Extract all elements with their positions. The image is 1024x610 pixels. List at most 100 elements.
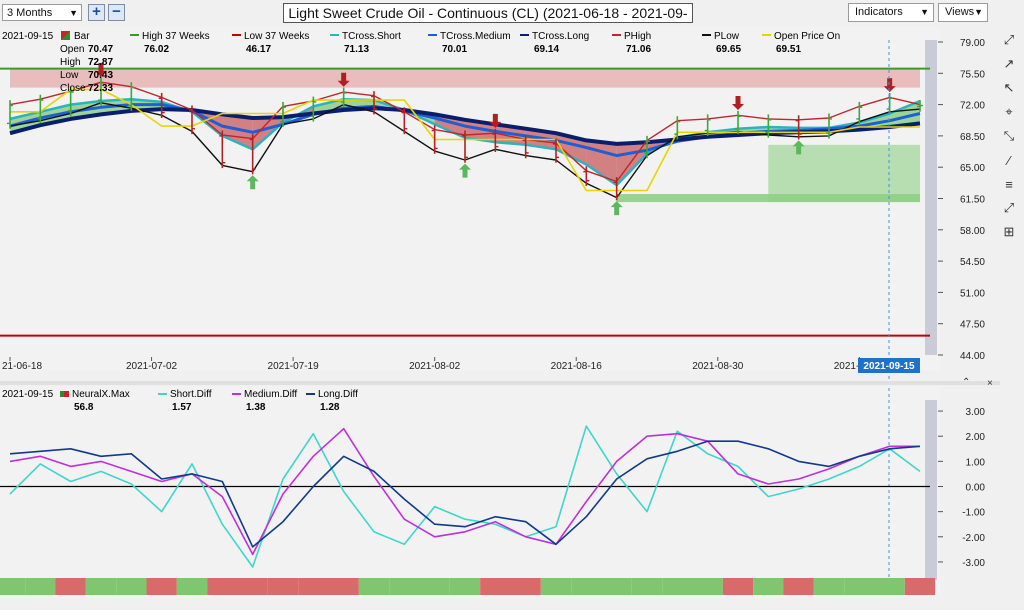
price-scroll-track[interactable]: [925, 40, 937, 355]
regime-cell: [267, 578, 299, 595]
neuralx-regime-strip: [0, 578, 936, 595]
x-tick-label: 2021-08-16: [551, 361, 603, 372]
regime-cell: [176, 578, 208, 595]
regime-cell: [571, 578, 602, 595]
regime-cell: [874, 578, 905, 595]
legend-series-name: PHigh: [624, 31, 651, 42]
legend-series-name: PLow: [714, 31, 740, 42]
legend-series-value: 69.14: [534, 44, 559, 55]
regime-cell: [55, 578, 86, 595]
price-tick-label: 79.00: [960, 38, 985, 49]
legend-series-name: High 37 Weeks: [142, 31, 210, 42]
legend-high-label: High: [60, 57, 81, 68]
support-zone: [768, 144, 920, 203]
resistance-zone: [10, 68, 920, 88]
x-tick-label: 2021-07-19: [268, 361, 320, 372]
legend-series-value: 69.65: [716, 44, 741, 55]
regime-cell: [146, 578, 177, 595]
legend2-series-name: NeuralX.Max: [72, 389, 130, 400]
legend-series-value: 76.02: [144, 44, 169, 55]
legend-bar-label: Bar: [74, 31, 90, 42]
regime-cell: [25, 578, 56, 595]
legend-series-value: 70.01: [442, 44, 467, 55]
legend-series-value: 46.17: [246, 44, 271, 55]
price-tick-label: 72.00: [960, 101, 985, 112]
cursor-date-label: 2021-09-15: [863, 361, 915, 372]
legend-low-label: Low: [60, 70, 79, 81]
regime-cell: [631, 578, 663, 595]
indicator-tick-label: -2.00: [962, 533, 985, 544]
regime-cell: [722, 578, 754, 595]
price-tick-label: 47.50: [960, 320, 985, 331]
x-tick-label: 2021-08-30: [692, 361, 744, 372]
indicator-y-axis: 3.00 2.00 1.00 0.00 -1.00 -2.00 -3.00: [938, 407, 985, 569]
legend-date: 2021-09-15: [2, 31, 54, 42]
legend-open-label: Open: [60, 44, 84, 55]
regime-cell: [449, 578, 481, 595]
legend2-series-value: 1.28: [320, 402, 340, 413]
regime-cell: [116, 578, 147, 595]
legend-series-value: 71.13: [344, 44, 369, 55]
x-tick-label: 2021-08-02: [409, 361, 461, 372]
legend2-series-name: Medium.Diff: [244, 389, 297, 400]
regime-cell: [844, 578, 875, 595]
indicator-tick-label: -3.00: [962, 558, 985, 569]
legend2-series-value: 56.8: [74, 402, 94, 413]
regime-cell: [783, 578, 814, 595]
legend-series-name: TCross.Long: [532, 31, 589, 42]
price-tick-label: 54.50: [960, 257, 985, 268]
support-band: [616, 194, 920, 203]
legend2-series-name: Long.Diff: [318, 389, 358, 400]
legend-series-name: Open Price On: [774, 31, 840, 42]
legend2-date: 2021-09-15: [2, 389, 54, 400]
legend-series-name: TCross.Medium: [440, 31, 511, 42]
regime-cell: [480, 578, 511, 595]
regime-cell: [328, 578, 359, 595]
chart-canvas[interactable]: 79.00 75.50 72.00 68.50 65.00 61.50 58.00 54.50…: [0, 0, 1024, 610]
regime-cell: [358, 578, 390, 595]
x-tick-label: 21-06-18: [2, 361, 42, 372]
price-tick-label: 44.00: [960, 351, 985, 362]
regime-cell: [601, 578, 632, 595]
legend-open-value: 70.47: [88, 44, 113, 55]
price-tick-label: 75.50: [960, 69, 985, 80]
pane-separator[interactable]: [0, 381, 1000, 385]
regime-cell: [510, 578, 541, 595]
legend2-series-value: 1.57: [172, 402, 192, 413]
regime-cell: [237, 578, 268, 595]
price-y-axis: 79.00 75.50 72.00 68.50 65.00 61.50 58.00 54.50…: [938, 38, 985, 362]
legend-close-value: 72.33: [88, 83, 113, 94]
price-tick-label: 58.00: [960, 226, 985, 237]
regime-cell: [904, 578, 936, 595]
legend-series-name: Low 37 Weeks: [244, 31, 309, 42]
legend-low-value: 70.43: [88, 70, 113, 81]
indicator-scroll-track[interactable]: [925, 400, 937, 580]
legend-close-label: Close: [60, 83, 86, 94]
regime-cell: [0, 578, 26, 595]
price-tick-label: 51.00: [960, 288, 985, 299]
indicator-tick-label: 2.00: [966, 432, 986, 443]
legend2-series-name: Short.Diff: [170, 389, 212, 400]
regime-cell: [753, 578, 784, 595]
indicator-tick-label: -1.00: [962, 508, 985, 519]
regime-cell: [207, 578, 238, 595]
regime-cell: [389, 578, 420, 595]
price-tick-label: 68.50: [960, 132, 985, 143]
regime-cell: [813, 578, 845, 595]
price-tick-label: 65.00: [960, 163, 985, 174]
regime-cell: [662, 578, 693, 595]
price-tick-label: 61.50: [960, 195, 985, 206]
legend-high-value: 72.87: [88, 57, 113, 68]
legend2-swatch-red: [64, 391, 69, 397]
minimize-icon[interactable]: ⌃: [962, 377, 970, 388]
legend2-series-value: 1.38: [246, 402, 266, 413]
indicator-tick-label: 1.00: [966, 457, 986, 468]
legend-series-value: 69.51: [776, 44, 801, 55]
regime-cell: [540, 578, 572, 595]
regime-cell: [298, 578, 329, 595]
regime-cell: [85, 578, 117, 595]
regime-cell: [419, 578, 450, 595]
regime-cell: [692, 578, 723, 595]
legend-series-name: TCross.Short: [342, 31, 401, 42]
close-icon[interactable]: ×: [987, 378, 993, 389]
